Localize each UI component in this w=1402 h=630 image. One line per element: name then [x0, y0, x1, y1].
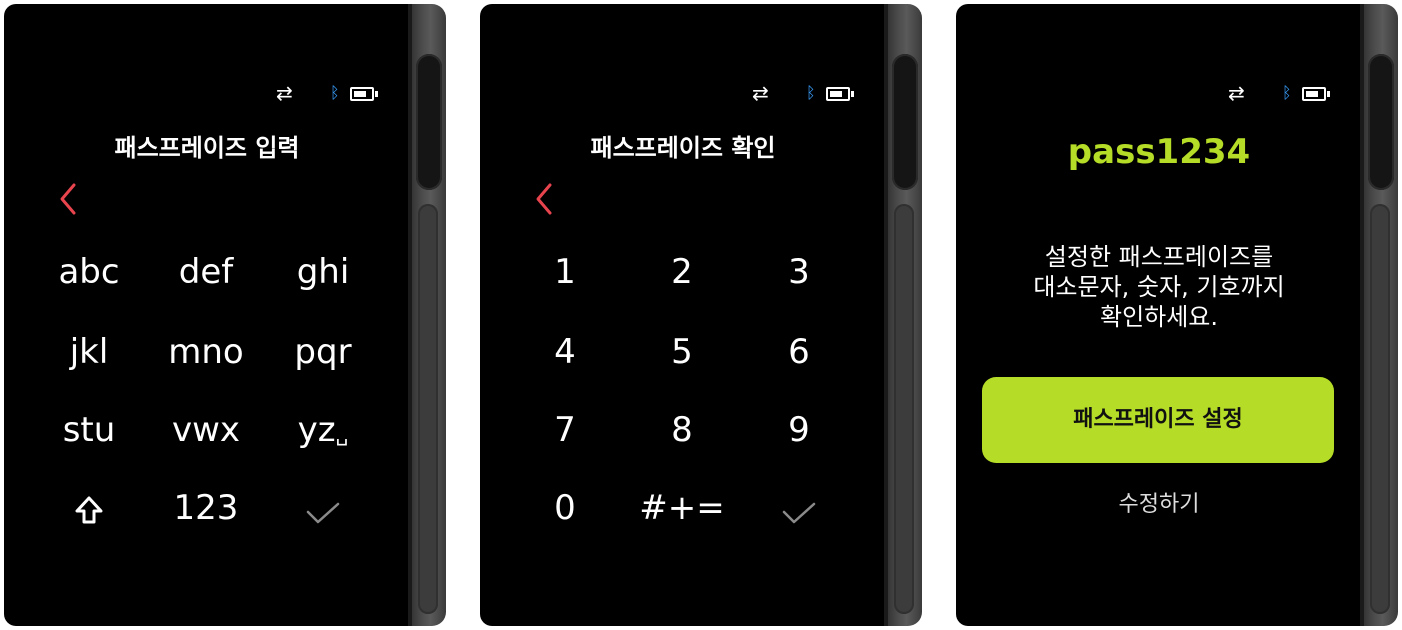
device-bezel [884, 4, 922, 626]
device-passphrase-review: ⇄ ᛒ pass1234 설정한 패스프레이즈를 대소문자, 숫자, 기호까지 … [956, 4, 1398, 626]
key-4[interactable]: 4 [510, 332, 620, 372]
device-passphrase-input: ⇄ ᛒ 패스프레이즈 입력 abc def ghi jkl mno pqr st… [4, 4, 446, 626]
key-def[interactable]: def [151, 252, 261, 292]
confirm-button[interactable] [744, 488, 854, 541]
description-line: 설정한 패스프레이즈를 [1044, 243, 1274, 271]
bluetooth-icon: ᛒ [806, 83, 816, 102]
bluetooth-icon: ᛒ [1282, 83, 1292, 102]
key-9[interactable]: 9 [744, 410, 854, 450]
key-ghi[interactable]: ghi [268, 252, 378, 292]
key-8[interactable]: 8 [627, 410, 737, 450]
screen-title: 패스프레이즈 입력 [114, 134, 300, 162]
key-3[interactable]: 3 [744, 252, 854, 292]
battery-icon [350, 87, 378, 101]
key-5[interactable]: 5 [627, 332, 737, 372]
battery-icon [1302, 87, 1330, 101]
edit-button[interactable]: 수정하기 [956, 486, 1362, 518]
screen-title: 패스프레이즈 확인 [590, 134, 776, 162]
key-2[interactable]: 2 [627, 252, 737, 292]
key-jkl[interactable]: jkl [34, 332, 144, 372]
battery-icon [826, 87, 854, 101]
status-bar: ⇄ ᛒ [752, 82, 862, 104]
key-symbols[interactable]: #+= [627, 488, 737, 528]
side-groove [418, 204, 438, 614]
description-line: 대소문자, 숫자, 기호까지 [1033, 273, 1285, 301]
key-6[interactable]: 6 [744, 332, 854, 372]
back-chevron-icon [536, 183, 552, 215]
bluetooth-icon: ᛒ [330, 83, 340, 102]
usb-swap-icon: ⇄ [276, 81, 293, 105]
review-description: 설정한 패스프레이즈를 대소문자, 숫자, 기호까지 확인하세요. [956, 242, 1362, 332]
status-bar: ⇄ ᛒ [276, 82, 386, 104]
key-0[interactable]: 0 [510, 488, 620, 528]
side-groove [1370, 204, 1390, 614]
key-yz-space[interactable]: yz␣ [268, 410, 378, 454]
key-pqr[interactable]: pqr [268, 332, 378, 372]
status-bar: ⇄ ᛒ [1228, 82, 1338, 104]
shift-icon [75, 496, 103, 524]
usb-swap-icon: ⇄ [1228, 81, 1245, 105]
key-mno[interactable]: mno [151, 332, 261, 372]
device-bezel [408, 4, 446, 626]
key-mode-123[interactable]: 123 [151, 488, 261, 528]
back-button[interactable] [54, 179, 84, 219]
confirm-button[interactable] [268, 488, 378, 541]
key-7[interactable]: 7 [510, 410, 620, 450]
device-passphrase-confirm: ⇄ ᛒ 패스프레이즈 확인 1 2 3 4 5 6 7 8 9 0 #+= [480, 4, 922, 626]
passphrase-display: pass1234 [1067, 132, 1251, 172]
key-vwx[interactable]: vwx [151, 410, 261, 450]
back-chevron-icon [60, 183, 76, 215]
key-label: yz [297, 410, 336, 450]
set-passphrase-button[interactable]: 패스프레이즈 설정 [982, 377, 1334, 463]
key-stu[interactable]: stu [34, 410, 144, 450]
shift-key[interactable] [34, 488, 144, 537]
screen: ⇄ ᛒ 패스프레이즈 확인 1 2 3 4 5 6 7 8 9 0 #+= [480, 4, 886, 626]
usb-swap-icon: ⇄ [752, 81, 769, 105]
back-button[interactable] [530, 179, 560, 219]
screen: ⇄ ᛒ 패스프레이즈 입력 abc def ghi jkl mno pqr st… [4, 4, 410, 626]
checkmark-icon [782, 502, 816, 524]
key-1[interactable]: 1 [510, 252, 620, 292]
description-line: 확인하세요. [1099, 303, 1219, 331]
side-groove [894, 204, 914, 614]
screen: ⇄ ᛒ pass1234 설정한 패스프레이즈를 대소문자, 숫자, 기호까지 … [956, 4, 1362, 626]
side-button[interactable] [892, 54, 918, 190]
device-bezel [1360, 4, 1398, 626]
key-abc[interactable]: abc [34, 252, 144, 292]
side-button[interactable] [1368, 54, 1394, 190]
side-button[interactable] [416, 54, 442, 190]
checkmark-icon [306, 502, 340, 524]
space-icon: ␣ [335, 422, 349, 446]
